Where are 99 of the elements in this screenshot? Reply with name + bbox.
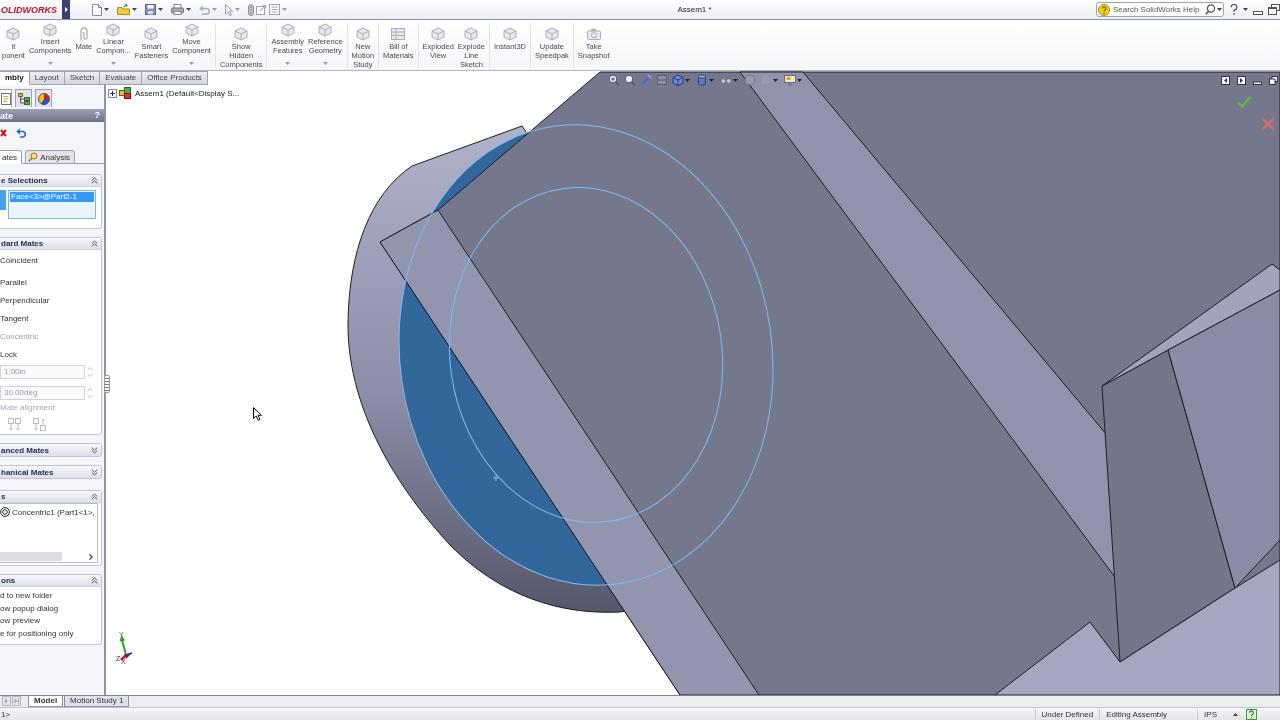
cube-icon: [143, 27, 160, 41]
tab[interactable]: Layout: [29, 71, 65, 85]
tree-item[interactable]: Assem1 (Default<Display S...: [135, 88, 240, 98]
assembly-blocks-icon: [119, 87, 131, 99]
logo: OLIDWORKS: [0, 4, 58, 15]
document-title: Assem1 *: [677, 5, 712, 14]
tile-right-icon[interactable]: [1237, 76, 1246, 85]
cube-icon: [42, 23, 59, 37]
mate-type-option[interactable]: Coincident: [0, 252, 99, 270]
cross-icon[interactable]: [0, 129, 7, 137]
status-text: IPS: [1197, 708, 1223, 720]
chevron-down-icon[interactable]: [91, 468, 98, 476]
cube-icon: [543, 27, 560, 41]
option-label[interactable]: ow popup dialog: [0, 602, 101, 615]
menu-expand-button[interactable]: [62, 0, 70, 19]
tab[interactable]: mbly: [0, 71, 30, 85]
caret-icon[interactable]: [104, 8, 109, 11]
cube-icon: [501, 27, 518, 41]
tab[interactable]: Evaluate: [100, 71, 143, 85]
chevron-up-icon[interactable]: [91, 177, 98, 184]
help-icon[interactable]: [1246, 708, 1257, 720]
status-text: Editing Assembly: [1099, 708, 1174, 720]
caret-icon[interactable]: [158, 8, 163, 11]
tab[interactable]: ates: [0, 150, 23, 164]
cube-icon: [183, 23, 200, 37]
cube-icon: [233, 27, 250, 41]
camera-icon: [585, 27, 602, 41]
chevron-up-icon[interactable]: [91, 577, 98, 584]
chevron-up-icon[interactable]: [91, 493, 98, 500]
section-header[interactable]: hanical Mates: [0, 466, 101, 478]
mate-type-option[interactable]: Parallel: [0, 274, 99, 292]
help-bubble-icon: [1098, 3, 1110, 16]
traffic-light-icon[interactable]: [248, 3, 254, 16]
option-label[interactable]: ow preview: [0, 615, 101, 628]
caret-icon[interactable]: [797, 78, 802, 82]
triangle-right-icon: [64, 7, 68, 12]
option-label[interactable]: e for positioning only: [0, 627, 101, 640]
chevron-down-icon[interactable]: [91, 446, 98, 454]
section-header[interactable]: ons: [0, 575, 101, 587]
mouse-pointer-icon: [253, 407, 262, 421]
printer-icon[interactable]: [171, 4, 184, 15]
tile-left-icon[interactable]: [1221, 76, 1230, 85]
tab[interactable]: Sketch: [64, 71, 101, 85]
cube-icon: [279, 23, 296, 37]
pointer-icon[interactable]: [225, 3, 233, 16]
caret-up-icon[interactable]: [1233, 712, 1238, 716]
status-text: 1>: [0, 709, 11, 719]
section-header[interactable]: e Selections: [0, 175, 101, 187]
section-header[interactable]: s: [0, 491, 101, 503]
restore-icon[interactable]: [1269, 76, 1278, 85]
status-text: Under Defined: [1034, 708, 1100, 720]
panel-tab[interactable]: [0, 89, 12, 107]
caret-icon[interactable]: [1243, 8, 1248, 11]
tab[interactable]: Analysis: [25, 150, 75, 164]
magnifier-icon[interactable]: [624, 74, 636, 86]
field-label: Mate alignment:: [0, 403, 58, 413]
magnifier-icon: [28, 152, 39, 162]
panel-tab[interactable]: [15, 89, 32, 107]
caret-icon[interactable]: [132, 8, 137, 11]
restore-icon[interactable]: [1268, 4, 1280, 15]
undo-icon[interactable]: [16, 128, 27, 138]
help-icon[interactable]: [1230, 4, 1238, 15]
search-field[interactable]: Search SolidWorks Help: [1096, 2, 1224, 17]
list-item[interactable]: Concentric1 (Part1<1>,: [12, 507, 95, 517]
cube-icon: [317, 23, 334, 37]
panel-tab[interactable]: [35, 89, 52, 107]
caret-icon[interactable]: [186, 8, 191, 11]
cube-icon: [105, 23, 122, 37]
caret-icon[interactable]: [1217, 8, 1222, 11]
table-icon: [390, 27, 407, 41]
tab[interactable]: Office Products: [142, 71, 208, 85]
cylinder-icon[interactable]: [696, 74, 708, 86]
mate-type-option[interactable]: Perpendicular: [0, 292, 99, 310]
pie-chart-icon: [37, 92, 50, 105]
tile-icon: [0, 190, 6, 210]
section-header[interactable]: dard Mates: [0, 238, 101, 250]
option-label[interactable]: d to new folder: [0, 590, 101, 603]
cube-icon[interactable]: [672, 74, 684, 86]
scrollbar-thumb[interactable]: [0, 552, 62, 561]
scroll-right-icon[interactable]: [89, 553, 93, 560]
magnifier-icon[interactable]: [608, 74, 620, 86]
section-header[interactable]: anced Mates: [0, 444, 101, 456]
cube-icon: [354, 27, 371, 41]
checklist-icon[interactable]: [269, 4, 280, 15]
cube-icon: [5, 27, 22, 41]
document-arrow-icon[interactable]: [256, 4, 267, 15]
mate-type-option[interactable]: Tangent: [0, 310, 99, 328]
search-icon[interactable]: [1205, 4, 1215, 15]
cube-icon: [463, 27, 480, 41]
panel-title: ate: [0, 110, 13, 121]
tree-icon: [17, 92, 30, 105]
sphere-icon[interactable]: [744, 74, 756, 86]
chevron-up-icon[interactable]: [91, 240, 98, 247]
cube-icon: [430, 27, 447, 41]
mate-type-option[interactable]: Lock: [0, 346, 99, 364]
caret-icon[interactable]: [773, 78, 778, 82]
plus-box-icon[interactable]: [108, 88, 117, 98]
checkmark-icon[interactable]: [1236, 95, 1252, 108]
monitor-icon[interactable]: [784, 74, 796, 86]
